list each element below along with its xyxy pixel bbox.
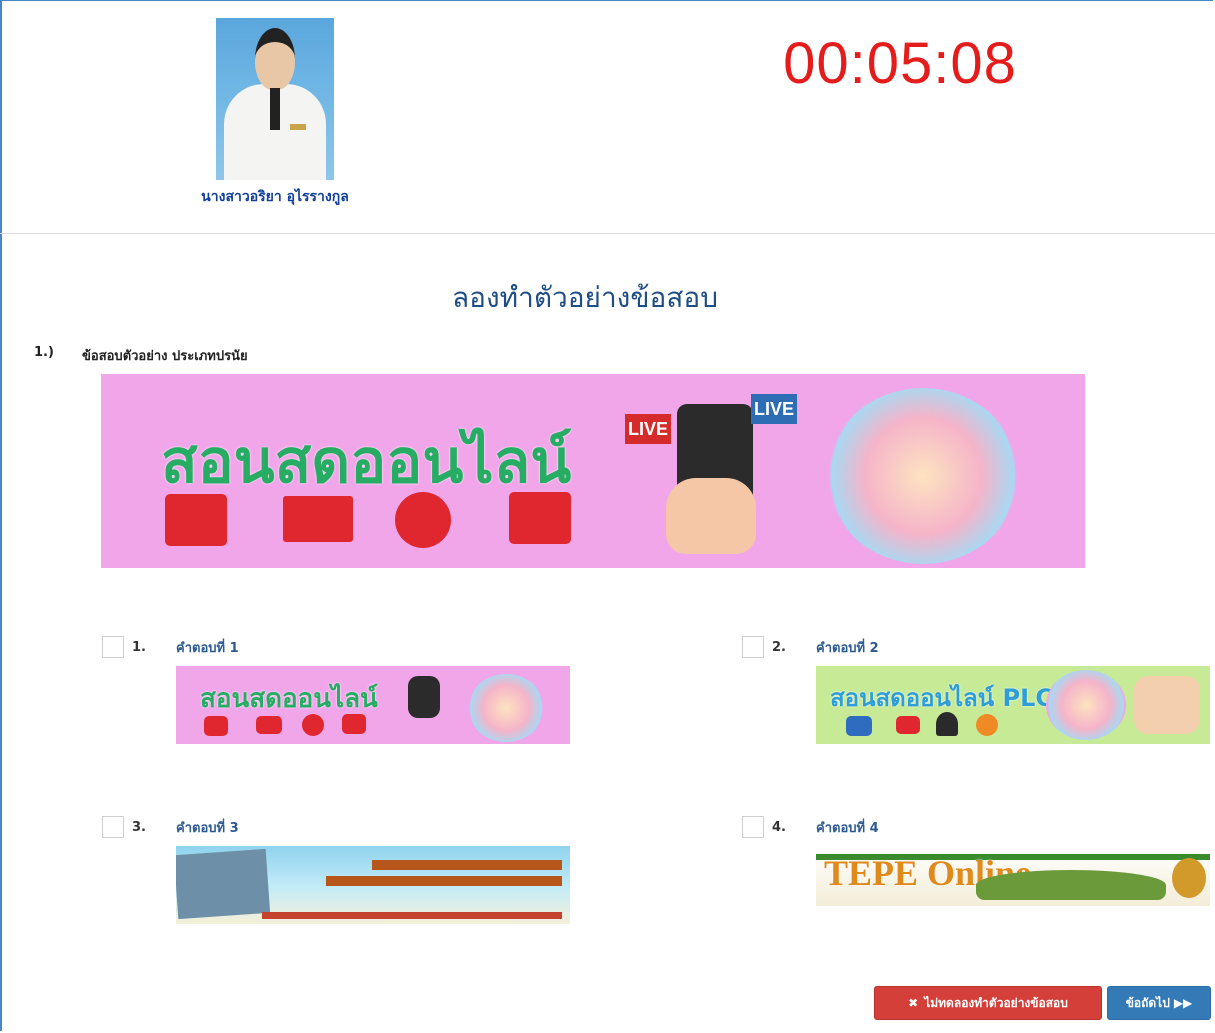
skip-button-label: ไม่ทดลองทำตัวอย่างข้อสอบ xyxy=(924,995,1068,1010)
answer-label: คำตอบที่ 2 xyxy=(816,641,879,656)
answer-checkbox-4[interactable] xyxy=(742,816,764,838)
header: นางสาวอริยา อุไรรางกูล 00:05:08 xyxy=(0,0,1215,234)
answer-checkbox-2[interactable] xyxy=(742,636,764,658)
hand-shape xyxy=(666,478,756,554)
laptop-icon xyxy=(283,496,353,542)
forward-icon: ▶▶ xyxy=(1173,996,1193,1010)
whiteboard-icon xyxy=(165,494,227,546)
broadcast-icon xyxy=(395,492,451,548)
broadcast-icon xyxy=(976,714,998,736)
live-camera-icon xyxy=(342,714,366,734)
media-collage xyxy=(827,388,1019,564)
answer-label: คำตอบที่ 1 xyxy=(176,641,239,656)
live-tag-right: LIVE xyxy=(751,394,797,424)
presentation-icon xyxy=(846,716,872,736)
hands-tablet-shape xyxy=(1134,676,1200,734)
seal-emblem xyxy=(1172,858,1206,898)
answer-number: 2. xyxy=(772,640,786,655)
answer-number: 4. xyxy=(772,820,786,835)
video-icon xyxy=(896,716,920,734)
laptop-icon xyxy=(256,716,282,734)
skip-sample-exam-button[interactable]: ✖ ไม่ทดลองทำตัวอย่างข้อสอบ xyxy=(874,986,1102,1020)
answer-number: 1. xyxy=(132,640,146,655)
next-question-button[interactable]: ข้อถัดไป ▶▶ xyxy=(1107,986,1211,1020)
live-camera-icon xyxy=(509,492,571,544)
times-circle-icon: ✖ xyxy=(908,996,919,1010)
media-collage xyxy=(468,674,544,742)
whiteboard-icon xyxy=(204,716,228,736)
profile-photo xyxy=(216,18,334,180)
answer-image-4[interactable]: TEPE Online xyxy=(816,846,1210,906)
photo-head-shape xyxy=(255,28,295,90)
answer-label: คำตอบที่ 3 xyxy=(176,821,239,836)
banner-footer-line xyxy=(262,912,562,919)
answer-checkbox-3[interactable] xyxy=(102,816,124,838)
photo-badge-shape xyxy=(290,124,306,130)
broadcast-icon xyxy=(302,714,324,736)
page-title: ลองทำตัวอย่างข้อสอบ xyxy=(452,281,718,314)
answer-image-2[interactable]: สอนสดออนไลน์ PLC xyxy=(816,666,1210,744)
banner-text-line xyxy=(372,860,562,870)
question-number: 1.) xyxy=(34,345,54,360)
photo-tie-shape xyxy=(270,88,280,130)
person-name: นางสาวอริยา อุไรรางกูล xyxy=(201,189,349,205)
next-button-label: ข้อถัดไป xyxy=(1125,995,1170,1010)
teacher-icon xyxy=(936,712,958,736)
banner-text-line xyxy=(326,876,562,886)
live-tag-left: LIVE xyxy=(625,414,671,444)
answer-image-text: สอนสดออนไลน์ xyxy=(200,684,378,714)
answer-image-text: สอนสดออนไลน์ PLC xyxy=(830,684,1053,712)
answer-label: คำตอบที่ 4 xyxy=(816,821,879,836)
answer-image-3[interactable] xyxy=(176,846,570,924)
photo-collage-shape xyxy=(176,848,271,920)
answer-number: 3. xyxy=(132,820,146,835)
answer-checkbox-1[interactable] xyxy=(102,636,124,658)
countdown-timer: 00:05:08 xyxy=(783,31,1017,96)
answer-image-1[interactable]: สอนสดออนไลน์ xyxy=(176,666,570,744)
book-shape xyxy=(976,870,1166,900)
media-collage xyxy=(1046,670,1126,740)
question-image: สอนสดออนไลน์ LIVE LIVE xyxy=(101,374,1085,568)
question-text: ข้อสอบตัวอย่าง ประเภทปรนัย xyxy=(82,349,248,364)
phone-icon xyxy=(408,676,440,718)
